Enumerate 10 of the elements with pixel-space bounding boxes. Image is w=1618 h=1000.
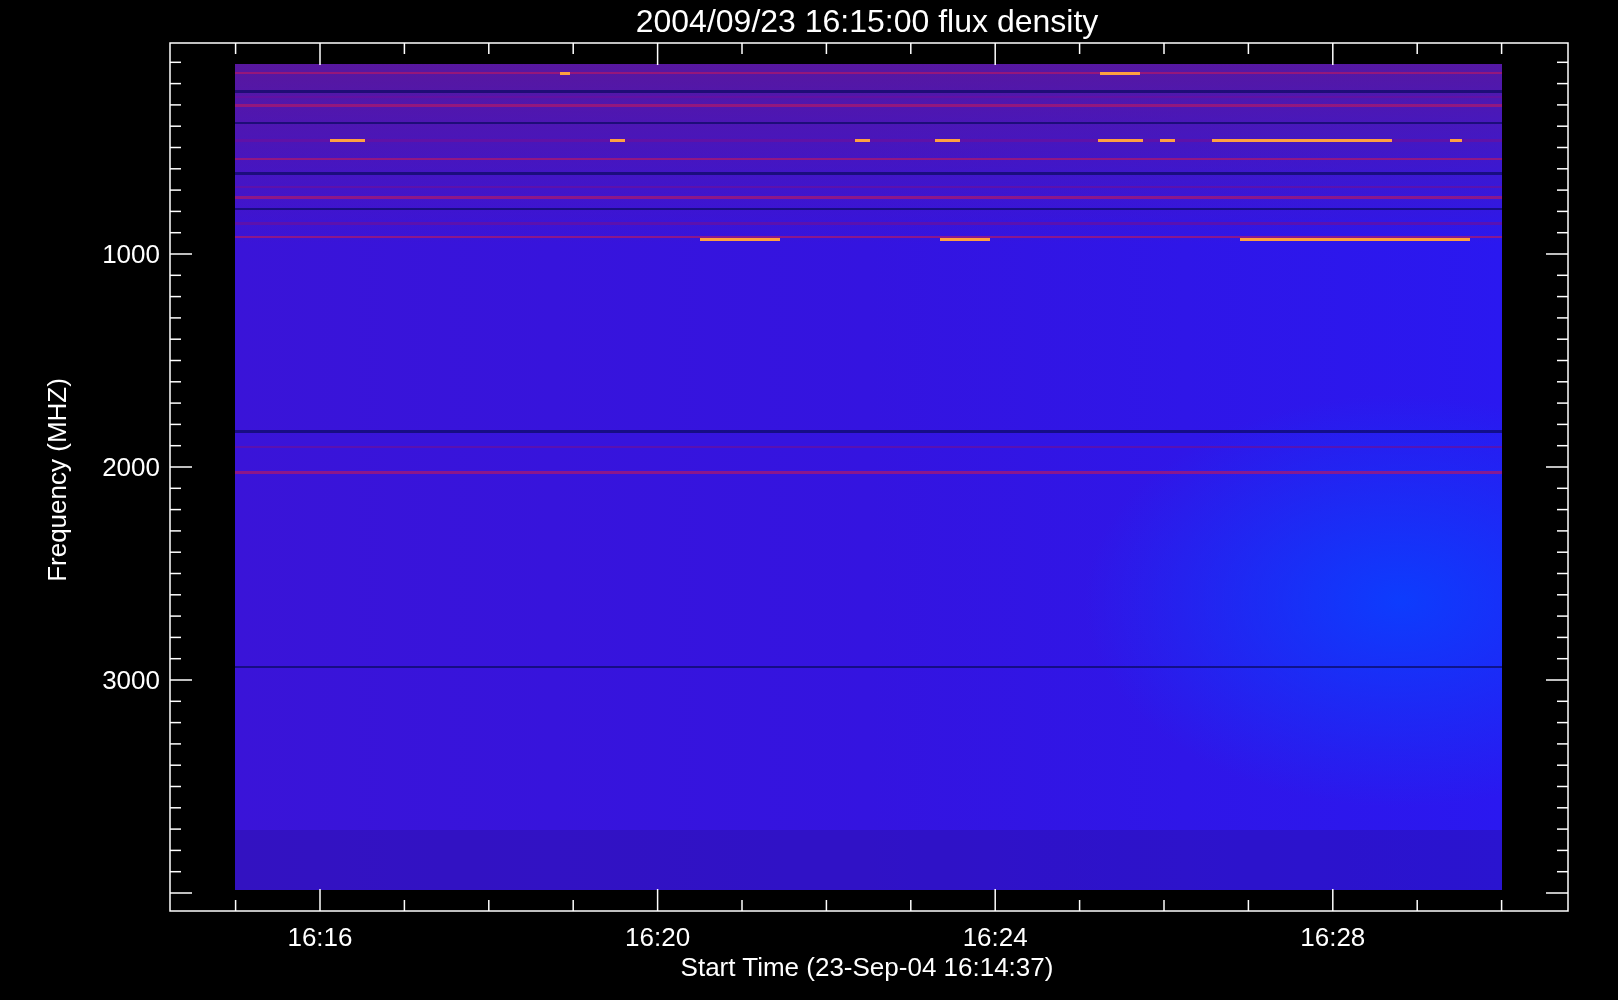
y-tick-label: 3000 — [102, 665, 160, 695]
chart-title: 2004/09/23 16:15:00 flux density — [635, 3, 1099, 39]
y-axis-label: Frequency (MHZ) — [42, 378, 72, 582]
x-tick-label: 16:16 — [287, 922, 353, 952]
x-tick-label: 16:28 — [1300, 922, 1366, 952]
y-tick-label: 1000 — [102, 239, 160, 269]
x-tick-label: 16:24 — [962, 922, 1028, 952]
y-tick-label: 2000 — [102, 452, 160, 482]
x-axis-label: Start Time (23-Sep-04 16:14:37) — [680, 952, 1054, 982]
x-tick-label: 16:20 — [625, 922, 691, 952]
